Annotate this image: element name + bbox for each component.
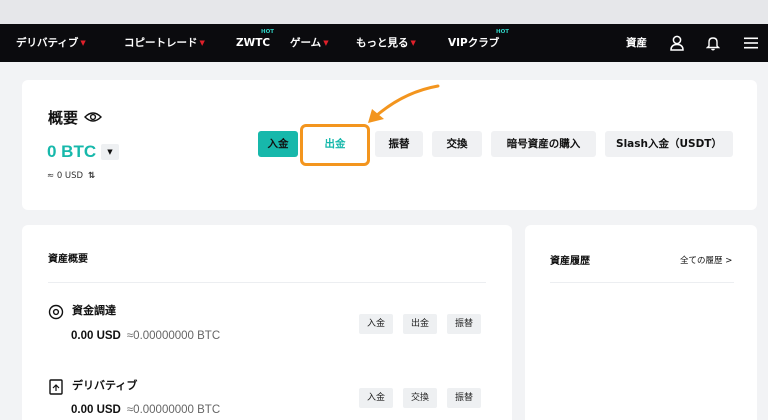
funding-value: 0.00 USD ≈0.00000000 BTC (71, 330, 220, 342)
funding-transfer-button[interactable]: 振替 (447, 314, 482, 334)
balance-value: 0 BTC (47, 142, 97, 161)
derivatives-exchange-button[interactable]: 交換 (403, 388, 438, 408)
derivatives-icon (49, 379, 63, 399)
nav-item-derivatives[interactable]: デリバティブ ▼ (16, 24, 86, 62)
derivatives-label: デリバティブ (72, 379, 138, 392)
menu-icon[interactable] (740, 24, 762, 62)
balance-usd-text: ≈ 0 USD (47, 171, 84, 181)
hot-badge: HOT (496, 29, 510, 35)
nav-item-label: ZWTC (236, 37, 271, 49)
funding-withdraw-button[interactable]: 出金 (403, 314, 438, 334)
buy-crypto-button[interactable]: 暗号資産の購入 (491, 131, 596, 157)
exchange-button[interactable]: 交換 (432, 131, 482, 157)
user-icon[interactable] (666, 24, 688, 62)
nav-item-games[interactable]: ゲーム ▼ (290, 24, 329, 62)
slash-deposit-button[interactable]: Slash入金（USDT） (605, 131, 733, 157)
asset-summary-title: 資産概要 (48, 254, 88, 265)
divider (48, 282, 486, 283)
funding-deposit-button[interactable]: 入金 (359, 314, 394, 334)
dropdown-icon: ▼ (199, 39, 205, 47)
funding-label: 資金調達 (72, 304, 116, 317)
divider (550, 282, 734, 283)
nav-item-label: デリバティブ (16, 37, 79, 49)
top-nav-bar: デリバティブ ▼ コピートレード ▼ ZWTC HOT ゲーム ▼ もっと見る ▼ VI… (0, 24, 768, 62)
asset-history-title: 資産履歴 (550, 256, 590, 267)
derivatives-btc: ≈0.00000000 BTC (126, 404, 221, 416)
funding-btc: ≈0.00000000 BTC (126, 330, 221, 342)
nav-item-label: コピートレード (124, 37, 198, 49)
derivatives-usd: 0.00 USD (71, 404, 121, 416)
annotation-arrow-icon (368, 84, 440, 123)
currency-dropdown[interactable]: ▼ (101, 144, 119, 160)
highlight-box (300, 124, 370, 166)
balance-usd: ≈ 0 USD ⇅ (47, 171, 95, 181)
nav-item-more[interactable]: もっと見る ▼ (356, 24, 416, 62)
nav-item-copy-trade[interactable]: コピートレード ▼ (124, 24, 205, 62)
deposit-button[interactable]: 入金 (258, 131, 298, 157)
hot-badge: HOT (261, 29, 275, 35)
all-history-link[interactable]: 全ての履歴 > (680, 254, 732, 266)
funding-icon (48, 304, 64, 324)
chevron-down-icon: ▼ (107, 148, 113, 156)
dropdown-icon: ▼ (80, 39, 86, 47)
nav-item-label: VIPクラブ (448, 37, 500, 49)
bell-icon[interactable] (702, 24, 724, 62)
derivatives-transfer-button[interactable]: 振替 (447, 388, 482, 408)
funding-usd: 0.00 USD (71, 330, 121, 342)
nav-item-label: ゲーム (290, 37, 322, 49)
derivatives-deposit-button[interactable]: 入金 (359, 388, 394, 408)
nav-item-label: もっと見る (356, 37, 409, 49)
derivatives-value: 0.00 USD ≈0.00000000 BTC (71, 404, 220, 416)
overview-title: 概要 (48, 109, 79, 127)
dropdown-icon: ▼ (323, 39, 329, 47)
swap-icon[interactable]: ⇅ (88, 171, 95, 181)
transfer-button[interactable]: 振替 (375, 131, 423, 157)
nav-item-vip-club[interactable]: VIPクラブ (448, 24, 499, 62)
eye-icon[interactable] (84, 108, 102, 127)
nav-assets-link[interactable]: 資産 (626, 24, 647, 62)
browser-top-strip (0, 0, 768, 24)
dropdown-icon: ▼ (410, 39, 416, 47)
